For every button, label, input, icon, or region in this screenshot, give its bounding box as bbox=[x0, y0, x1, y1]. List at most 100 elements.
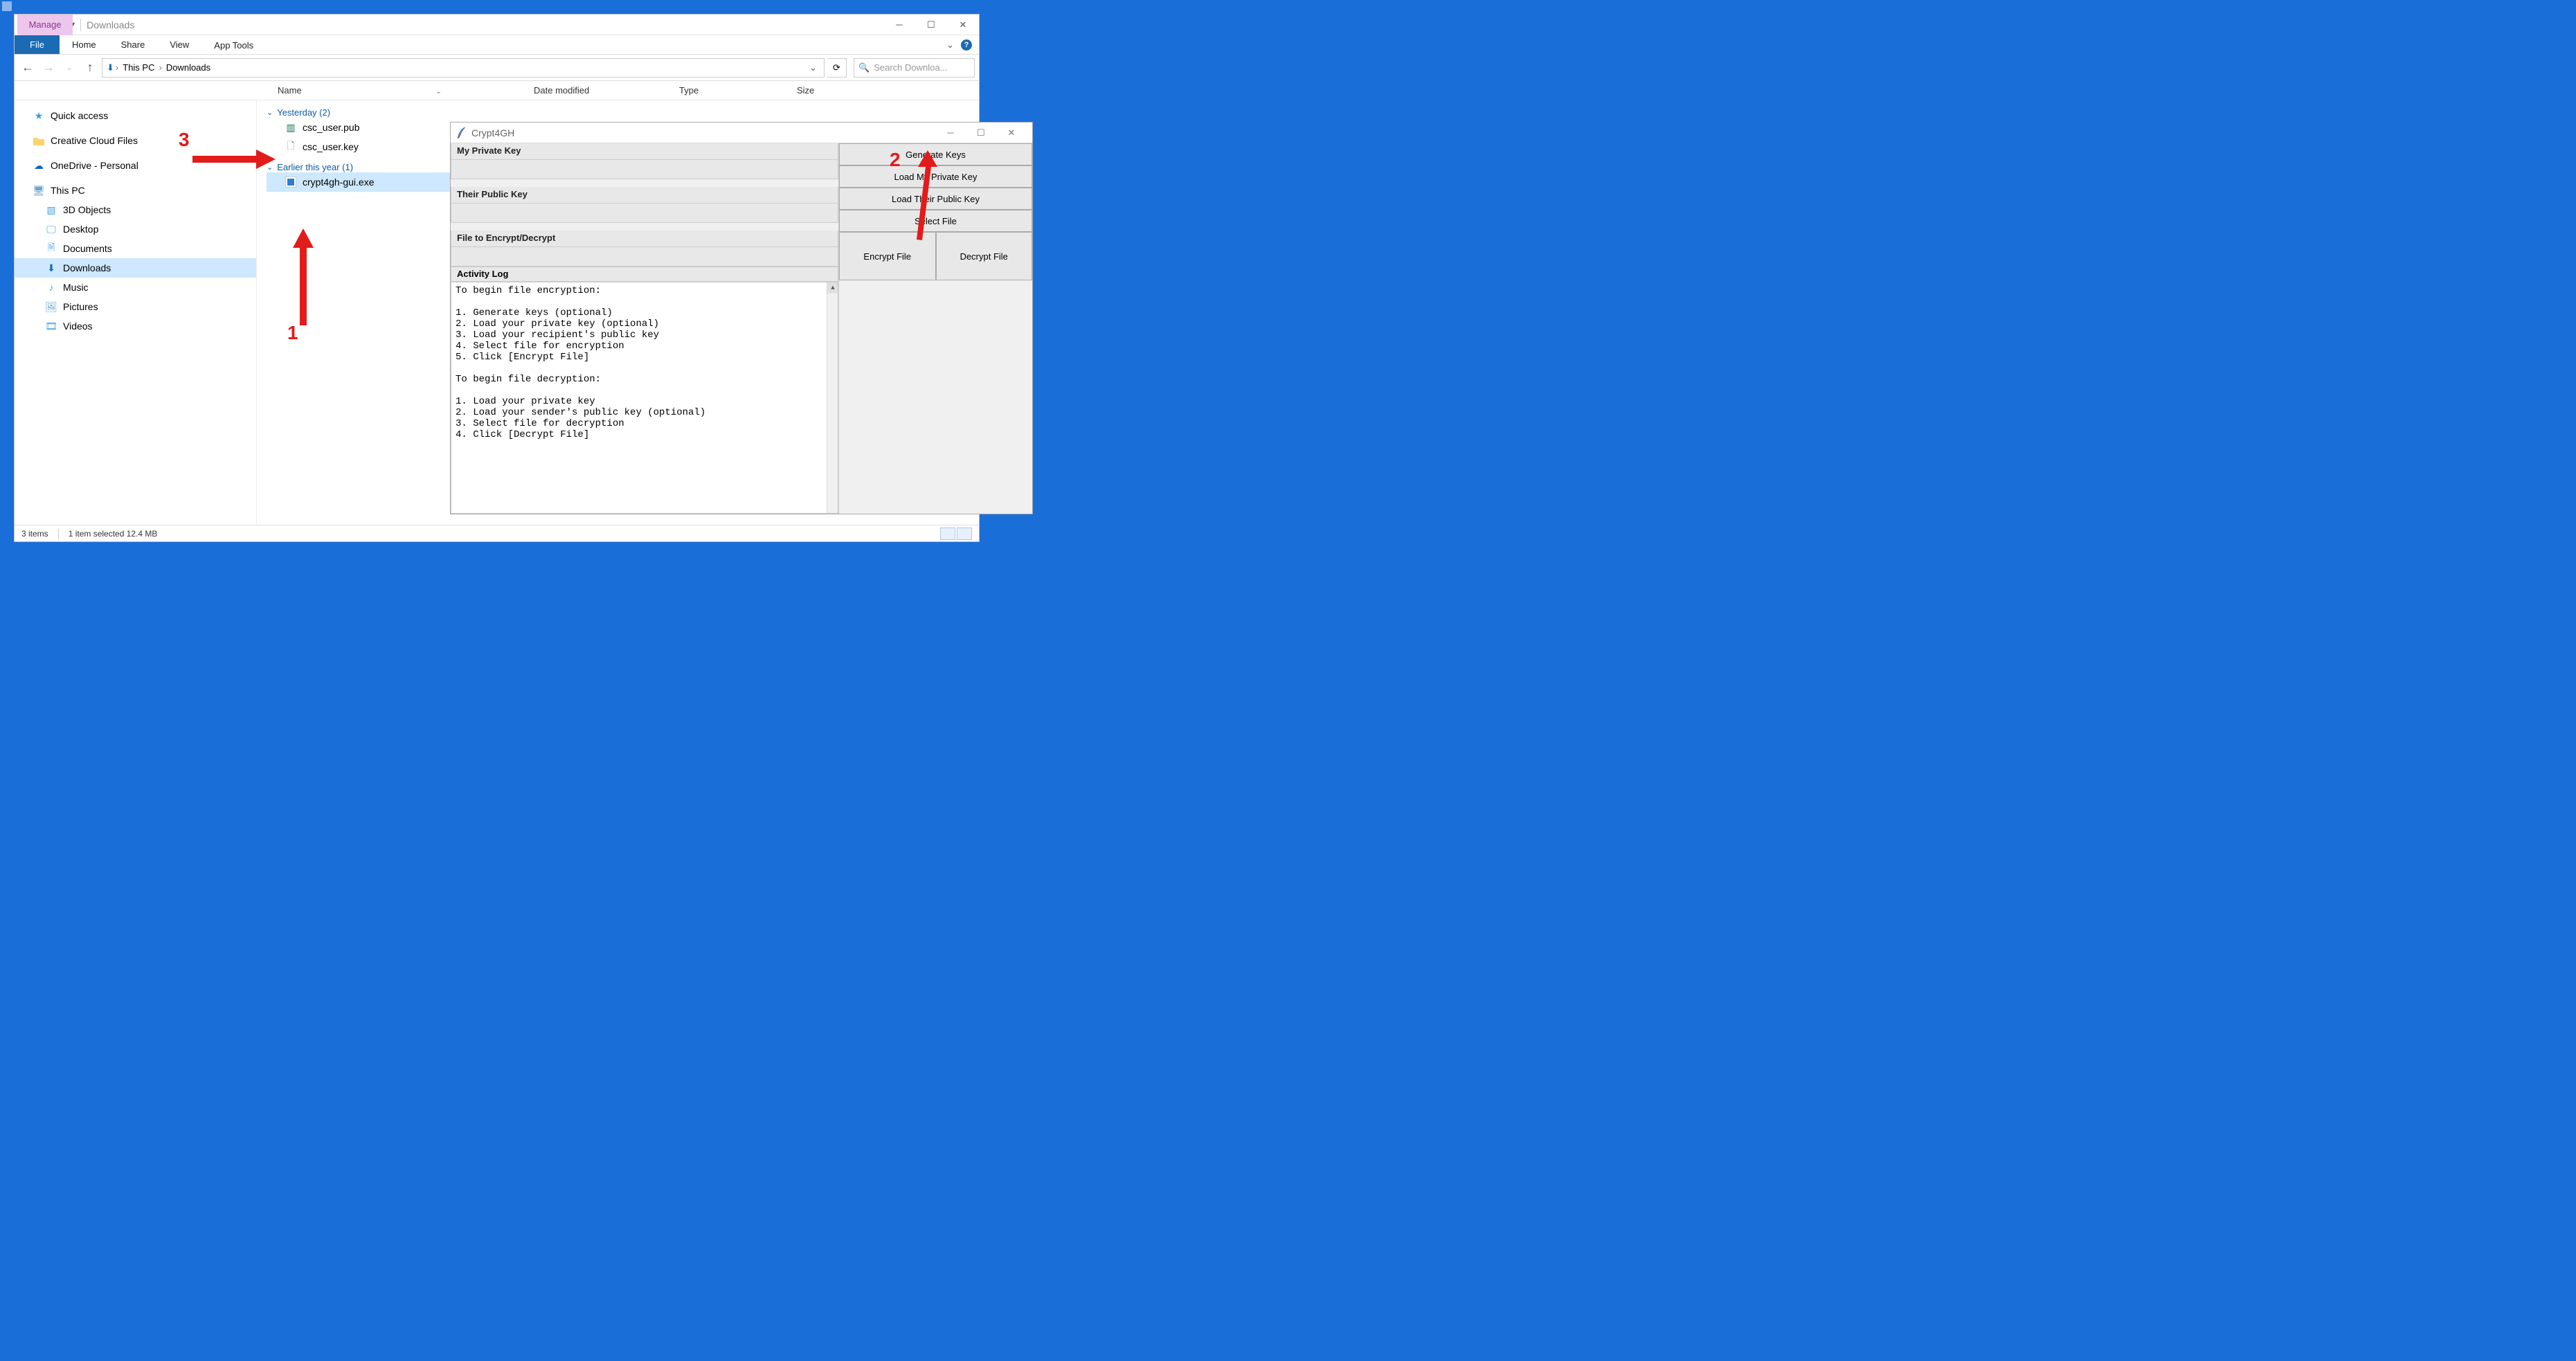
column-date[interactable]: Date modified bbox=[527, 85, 672, 96]
nav-label: OneDrive - Personal bbox=[51, 160, 138, 171]
column-size[interactable]: Size bbox=[790, 85, 873, 96]
select-file-button[interactable]: Select File bbox=[839, 210, 1032, 232]
tab-view[interactable]: View bbox=[157, 35, 201, 54]
titlebar[interactable]: ⬇ ☑ ▾ Manage Downloads ─ ☐ ✕ bbox=[15, 15, 979, 35]
nav-label: Downloads bbox=[63, 262, 111, 273]
nav-label: Documents bbox=[63, 243, 112, 254]
nav-music[interactable]: ♪ Music bbox=[15, 278, 256, 297]
nav-creative-cloud[interactable]: Creative Cloud Files bbox=[15, 131, 256, 150]
decrypt-file-button[interactable]: Decrypt File bbox=[936, 232, 1033, 280]
view-thumbnails-button[interactable] bbox=[957, 528, 972, 540]
tab-file[interactable]: File bbox=[15, 35, 60, 54]
nav-videos[interactable]: 🎞 Videos bbox=[15, 316, 256, 336]
column-type[interactable]: Type bbox=[672, 85, 790, 96]
navigation-pane[interactable]: ★ Quick access Creative Cloud Files ☁ On… bbox=[15, 100, 257, 525]
label-private-key: My Private Key bbox=[451, 143, 838, 160]
search-input[interactable] bbox=[874, 62, 970, 73]
breadcrumb-this-pc[interactable]: This PC bbox=[120, 62, 157, 73]
nav-label: Music bbox=[63, 282, 89, 293]
group-label: Yesterday (2) bbox=[277, 107, 330, 118]
field-public-key[interactable] bbox=[451, 204, 838, 223]
back-button[interactable]: ← bbox=[19, 59, 37, 77]
nav-documents[interactable]: 🗎 Documents bbox=[15, 239, 256, 258]
nav-label: Creative Cloud Files bbox=[51, 135, 138, 146]
field-file[interactable] bbox=[451, 247, 838, 267]
group-yesterday[interactable]: ⌄ Yesterday (2) bbox=[267, 107, 979, 118]
ribbon-expand-icon[interactable]: ⌄ bbox=[946, 39, 954, 51]
folder-icon bbox=[33, 134, 45, 147]
publisher-file-icon: ▥ bbox=[285, 121, 297, 134]
documents-icon: 🗎 bbox=[45, 242, 57, 255]
objects3d-icon: ▧ bbox=[45, 204, 57, 216]
window-title: Downloads bbox=[73, 19, 883, 30]
tab-home[interactable]: Home bbox=[60, 35, 109, 54]
label-activity-log: Activity Log bbox=[451, 267, 838, 282]
refresh-button[interactable]: ⟳ bbox=[827, 58, 847, 78]
sort-indicator-icon: ⌄ bbox=[435, 88, 441, 96]
nav-onedrive[interactable]: ☁ OneDrive - Personal bbox=[15, 156, 256, 175]
nav-label: This PC bbox=[51, 185, 85, 196]
view-details-button[interactable] bbox=[940, 528, 955, 540]
chevron-right-icon[interactable]: › bbox=[157, 62, 163, 73]
tab-app-tools[interactable]: App Tools bbox=[201, 35, 266, 54]
separator bbox=[58, 529, 59, 539]
downloads-arrow-icon: ⬇ bbox=[107, 62, 114, 73]
load-private-key-button[interactable]: Load My Private Key bbox=[839, 165, 1032, 188]
label-file: File to Encrypt/Decrypt bbox=[451, 231, 838, 247]
nav-desktop[interactable]: 🖵 Desktop bbox=[15, 219, 256, 239]
cloud-icon: ☁ bbox=[33, 159, 45, 172]
label-public-key: Their Public Key bbox=[451, 187, 838, 204]
address-bar[interactable]: ⬇ › This PC › Downloads ⌄ bbox=[102, 58, 825, 78]
chevron-down-icon: ⌄ bbox=[267, 163, 273, 172]
desktop-icon[interactable] bbox=[1, 1, 13, 26]
activity-log[interactable]: To begin file encryption: 1. Generate ke… bbox=[451, 282, 838, 514]
crypt4gh-titlebar[interactable]: Crypt4GH ─ ☐ ✕ bbox=[451, 123, 1032, 143]
tab-share[interactable]: Share bbox=[109, 35, 158, 54]
star-icon: ★ bbox=[33, 109, 45, 122]
close-button[interactable]: ✕ bbox=[996, 123, 1027, 143]
status-bar: 3 items 1 item selected 12.4 MB bbox=[15, 525, 979, 541]
close-button[interactable]: ✕ bbox=[947, 15, 979, 35]
minimize-button[interactable]: ─ bbox=[883, 15, 915, 35]
search-box[interactable]: 🔍 bbox=[854, 58, 975, 78]
manage-tab[interactable]: Manage bbox=[17, 15, 73, 35]
nav-label: Videos bbox=[63, 321, 93, 332]
status-selection: 1 item selected 12.4 MB bbox=[69, 529, 158, 539]
load-public-key-button[interactable]: Load Their Public Key bbox=[839, 188, 1032, 210]
pictures-icon: 🖼 bbox=[45, 300, 57, 313]
nav-pictures[interactable]: 🖼 Pictures bbox=[15, 297, 256, 316]
recent-dropdown[interactable]: ⌄ bbox=[60, 59, 78, 77]
chevron-right-icon[interactable]: › bbox=[114, 62, 120, 73]
tk-feather-icon bbox=[456, 127, 466, 139]
breadcrumb-downloads[interactable]: Downloads bbox=[163, 62, 213, 73]
forward-button[interactable]: → bbox=[39, 59, 57, 77]
downloads-icon: ⬇ bbox=[45, 262, 57, 274]
up-button[interactable]: ↑ bbox=[81, 59, 99, 77]
crypt4gh-title: Crypt4GH bbox=[471, 127, 514, 138]
activity-log-text: To begin file encryption: 1. Generate ke… bbox=[456, 285, 705, 440]
nav-3d-objects[interactable]: ▧ 3D Objects bbox=[15, 200, 256, 219]
field-private-key[interactable] bbox=[451, 160, 838, 179]
minimize-button[interactable]: ─ bbox=[935, 123, 966, 143]
encrypt-file-button[interactable]: Encrypt File bbox=[839, 232, 936, 280]
file-name: csc_user.pub bbox=[303, 122, 360, 133]
scroll-up-icon[interactable]: ▲ bbox=[827, 282, 838, 294]
status-item-count: 3 items bbox=[21, 529, 48, 539]
scrollbar[interactable]: ▲ bbox=[827, 282, 838, 513]
address-history-icon[interactable]: ⌄ bbox=[807, 62, 820, 73]
maximize-button[interactable]: ☐ bbox=[966, 123, 996, 143]
crypt4gh-window: Crypt4GH ─ ☐ ✕ My Private Key Their Publ… bbox=[450, 122, 1033, 514]
exe-file-icon bbox=[285, 176, 297, 188]
ribbon: File Home Share View App Tools ⌄ ? bbox=[15, 35, 979, 55]
address-bar-row: ← → ⌄ ↑ ⬇ › This PC › Downloads ⌄ ⟳ 🔍 bbox=[15, 55, 979, 81]
videos-icon: 🎞 bbox=[45, 320, 57, 332]
help-icon[interactable]: ? bbox=[961, 39, 972, 51]
nav-this-pc[interactable]: 🖥 This PC bbox=[15, 181, 256, 200]
maximize-button[interactable]: ☐ bbox=[915, 15, 947, 35]
group-label: Earlier this year (1) bbox=[277, 162, 353, 172]
nav-downloads[interactable]: ⬇ Downloads bbox=[15, 258, 256, 278]
column-name[interactable]: Name ⌄ bbox=[271, 85, 527, 96]
nav-quick-access[interactable]: ★ Quick access bbox=[15, 106, 256, 125]
nav-label: 3D Objects bbox=[63, 204, 111, 215]
generate-keys-button[interactable]: Generate Keys bbox=[839, 143, 1032, 165]
